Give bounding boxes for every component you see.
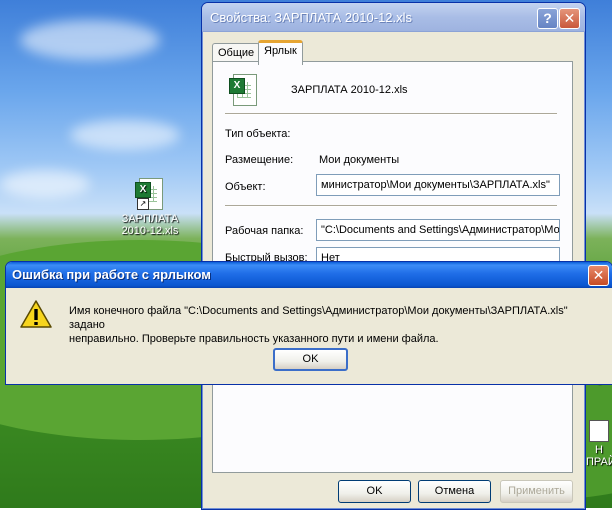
desktop-icon-label: ЗАРПЛАТА 2010-12.xls [121, 213, 179, 237]
error-dialog: Ошибка при работе с ярлыком ✕ Имя конечн… [5, 261, 612, 385]
excel-shortcut-icon: X ↗ [135, 178, 165, 210]
properties-title: Свойства: ЗАРПЛАТА 2010-12.xls [210, 10, 413, 25]
cloud [70, 120, 180, 150]
ok-button[interactable]: OK [338, 480, 411, 503]
error-message: Имя конечного файла "C:\Documents and Se… [69, 304, 589, 346]
help-button[interactable]: ? [537, 8, 558, 29]
cloud [20, 20, 160, 60]
document-icon [589, 420, 609, 442]
separator [225, 205, 557, 207]
cancel-button[interactable]: Отмена [418, 480, 491, 503]
tab-general[interactable]: Общие [212, 43, 261, 63]
workdir-label: Рабочая папка: [225, 225, 304, 237]
desktop-shortcut-icon[interactable]: X ↗ ЗАРПЛАТА 2010-12.xls [114, 178, 186, 237]
warning-icon [20, 300, 52, 328]
file-name: ЗАРПЛАТА 2010-12.xls [291, 84, 408, 96]
separator [225, 113, 557, 115]
type-label: Тип объекта: [225, 128, 291, 140]
excel-file-icon: X [227, 74, 257, 106]
desktop-icon-partial[interactable]: Н ПРАЙ [586, 420, 612, 468]
error-close-button[interactable]: ✕ [588, 265, 609, 286]
desktop-icon-partial-label-2: ПРАЙ [586, 456, 612, 468]
desktop-icon-partial-label-1: Н [595, 444, 603, 456]
error-ok-button[interactable]: OK [273, 348, 348, 371]
error-message-line-2: неправильно. Проверьте правильность указ… [69, 333, 439, 345]
cloud [0, 170, 90, 198]
apply-button[interactable]: Применить [500, 480, 573, 503]
close-button[interactable]: ✕ [559, 8, 580, 29]
properties-window: Свойства: ЗАРПЛАТА 2010-12.xls ? ✕ Общие… [201, 2, 586, 510]
target-label: Объект: [225, 181, 266, 193]
workdir-field[interactable]: "C:\Documents and Settings\Администратор… [316, 219, 560, 241]
error-title-bar[interactable]: Ошибка при работе с ярлыком ✕ [6, 262, 612, 288]
location-value: Мои документы [319, 154, 400, 166]
error-message-line-1: Имя конечного файла "C:\Documents and Se… [69, 305, 568, 331]
tab-shortcut[interactable]: Ярлык [258, 40, 303, 65]
error-title: Ошибка при работе с ярлыком [12, 267, 211, 282]
target-field[interactable]: министратор\Мои документы\ЗАРПЛАТА.xls" [316, 174, 560, 196]
properties-title-bar[interactable]: Свойства: ЗАРПЛАТА 2010-12.xls ? ✕ [202, 3, 585, 32]
location-label: Размещение: [225, 154, 294, 166]
